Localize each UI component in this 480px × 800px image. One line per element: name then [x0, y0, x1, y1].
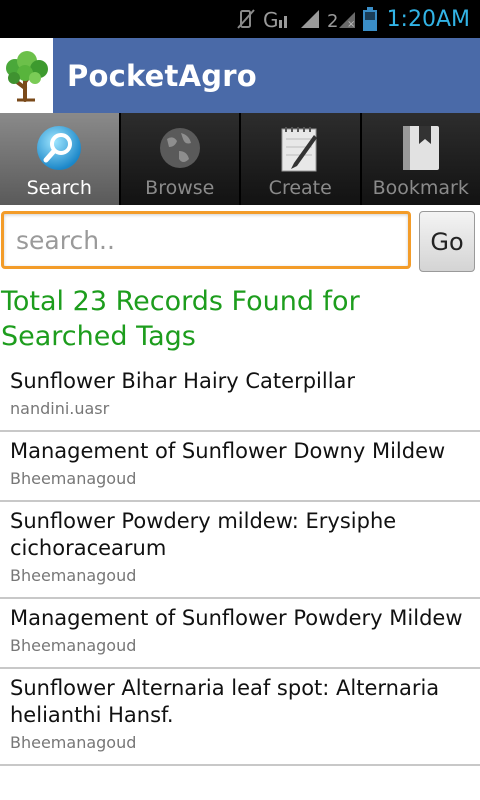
- record-title: Management of Sunflower Powdery Mildew: [10, 606, 463, 630]
- list-item[interactable]: Sunflower Powdery mildew: Erysiphe cicho…: [0, 502, 480, 599]
- network-g-icon: G: [263, 8, 293, 30]
- signal-icon: [299, 8, 321, 30]
- list-item[interactable]: Management of Sunflower Powdery Mildew B…: [0, 599, 480, 669]
- app-logo: [0, 38, 53, 113]
- list-item[interactable]: Management of Sunflower Downy Mildew Bhe…: [0, 432, 480, 502]
- tab-bookmark[interactable]: Bookmark: [361, 113, 480, 205]
- notepad-pencil-icon: [278, 123, 322, 173]
- app-bar: PocketAgro: [0, 38, 480, 113]
- status-time: 1:20AM: [386, 6, 470, 32]
- tab-browse[interactable]: Browse: [120, 113, 241, 205]
- unknown-sim-icon: 2 ×: [327, 8, 357, 30]
- tab-bar: Search Browse Create Bookmark: [0, 113, 480, 205]
- tab-create[interactable]: Create: [241, 113, 362, 205]
- go-button[interactable]: Go: [419, 211, 475, 272]
- globe-icon: [157, 123, 203, 173]
- record-author: Bheemanagoud: [10, 469, 137, 488]
- list-item[interactable]: Sunflower Alternaria leaf spot: Alternar…: [0, 669, 480, 766]
- status-icons: G 2 ×: [235, 7, 377, 31]
- list-item[interactable]: Sunflower Bihar Hairy Caterpillar nandin…: [0, 362, 480, 432]
- record-author: nandini.uasr: [10, 399, 110, 418]
- battery-icon: [362, 7, 377, 31]
- record-title: Sunflower Alternaria leaf spot: Alternar…: [10, 676, 440, 727]
- search-row: Go: [0, 210, 480, 273]
- bookmark-icon: [401, 123, 441, 173]
- tab-browse-label: Browse: [145, 177, 215, 199]
- search-icon: [35, 123, 83, 173]
- tab-search[interactable]: Search: [0, 113, 121, 205]
- status-bar: G 2 × 1:20AM: [0, 0, 480, 38]
- svg-text:G: G: [263, 8, 279, 30]
- record-author: Bheemanagoud: [10, 733, 137, 752]
- app-title: PocketAgro: [67, 58, 257, 93]
- record-title: Management of Sunflower Downy Mildew: [10, 439, 446, 463]
- record-title: Sunflower Bihar Hairy Caterpillar: [10, 369, 356, 393]
- tab-bookmark-label: Bookmark: [372, 177, 469, 199]
- records-list: Sunflower Bihar Hairy Caterpillar nandin…: [0, 362, 480, 766]
- record-author: Bheemanagoud: [10, 636, 137, 655]
- results-summary: Total 23 Records Found for Searched Tags: [1, 286, 360, 352]
- tree-logo-icon: [5, 50, 48, 102]
- vibrate-mute-icon: [235, 8, 257, 30]
- record-author: Bheemanagoud: [10, 566, 137, 585]
- record-title: Sunflower Powdery mildew: Erysiphe cicho…: [10, 509, 397, 560]
- tab-create-label: Create: [268, 177, 332, 199]
- svg-text:×: ×: [347, 19, 355, 30]
- search-input[interactable]: [1, 211, 411, 269]
- svg-text:2: 2: [327, 11, 338, 30]
- tab-search-label: Search: [26, 177, 92, 199]
